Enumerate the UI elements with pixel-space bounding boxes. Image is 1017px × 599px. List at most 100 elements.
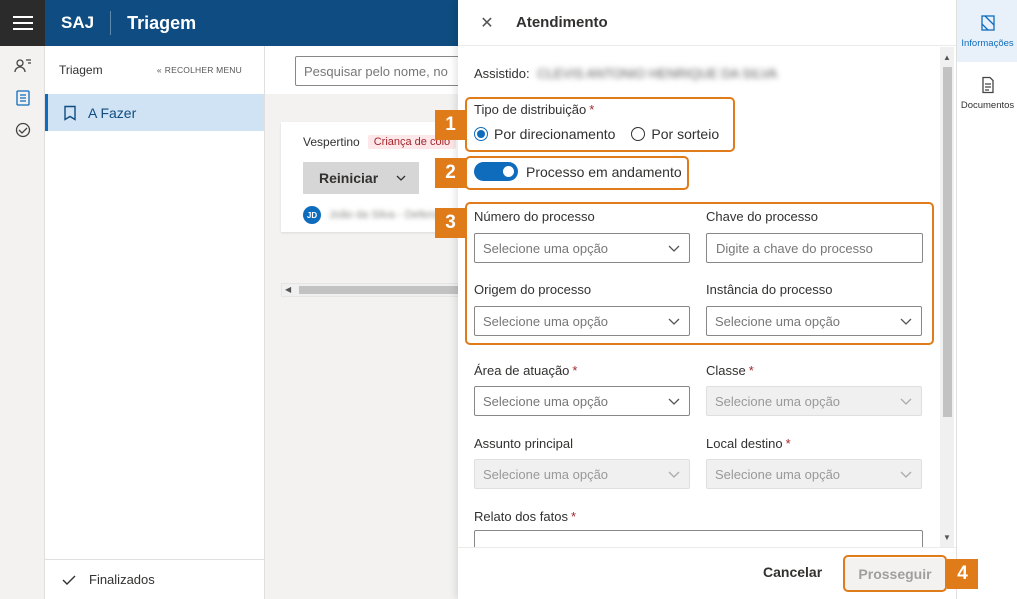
chevron-down-icon <box>668 398 680 405</box>
assistido-value: CLEVIS ANTONIO HENRIQUE DA SILVA <box>537 66 778 81</box>
radio-label: Por sorteio <box>651 126 720 142</box>
toggle-label: Processo em andamento <box>526 163 682 180</box>
card-header: Vespertino Criança de colo <box>303 135 457 149</box>
distribution-label-row: Tipo de distribuição * <box>474 102 594 117</box>
chevron-down-icon <box>900 318 912 325</box>
search-bar <box>265 46 458 94</box>
instancia-select[interactable]: Selecione uma opção <box>706 306 922 336</box>
rail-item-label: Documentos <box>960 99 1015 111</box>
sidebar-item-finalizados[interactable]: Finalizados <box>45 559 265 599</box>
chevron-down-icon <box>668 471 680 478</box>
scroll-down-icon[interactable]: ▼ <box>943 533 951 542</box>
select-placeholder: Selecione uma opção <box>483 313 609 329</box>
rail-item-tasks[interactable] <box>0 82 45 114</box>
classe-label-row: Classe * <box>706 363 754 378</box>
distribution-radio-group: Por direcionamento Por sorteio <box>474 126 727 142</box>
sidebar-item-label: A Fazer <box>88 104 137 121</box>
numero-label: Número do processo <box>474 209 595 224</box>
callout-badge-3: 3 <box>435 208 466 238</box>
cancel-button[interactable]: Cancelar <box>763 564 822 580</box>
panel-footer: Cancelar Prosseguir <box>458 547 956 599</box>
required-marker: * <box>572 363 578 378</box>
chevron-down-icon <box>396 175 406 181</box>
processo-toggle[interactable] <box>474 162 518 181</box>
document-edit-icon <box>980 14 995 31</box>
avatar: JD <box>303 206 321 224</box>
brand-logo: SAJ <box>61 13 95 32</box>
checkmark-icon <box>62 575 76 585</box>
rail-item-documentos[interactable]: Documentos <box>957 62 1017 124</box>
close-icon[interactable]: ✕ <box>458 13 516 33</box>
period-label: Vespertino <box>303 135 360 149</box>
relato-textarea[interactable] <box>474 530 923 547</box>
local-label: Local destino <box>706 436 783 451</box>
rail-item-handshake[interactable] <box>0 114 45 146</box>
sidebar-title: Triagem <box>59 63 103 77</box>
select-placeholder: Selecione uma opção <box>715 313 841 329</box>
origem-select[interactable]: Selecione uma opção <box>474 306 690 336</box>
callout-badge-1: 1 <box>435 110 466 140</box>
bookmark-icon <box>64 105 76 121</box>
chave-label: Chave do processo <box>706 209 819 224</box>
left-icon-rail <box>0 46 45 599</box>
chave-input[interactable] <box>706 233 923 263</box>
classe-select: Selecione uma opção <box>706 386 922 416</box>
collapse-menu-label: RECOLHER MENU <box>164 65 242 75</box>
horizontal-scrollbar[interactable]: ◀ <box>281 283 458 297</box>
chevron-down-icon <box>900 398 912 405</box>
documents-icon <box>981 76 994 93</box>
radio-por-direcionamento[interactable]: Por direcionamento <box>474 126 615 142</box>
reset-button-label: Reiniciar <box>319 170 379 186</box>
required-marker: * <box>748 363 754 378</box>
rail-item-label: Informações <box>961 37 1014 49</box>
user-name: João da Silva - Defensor <box>329 209 450 221</box>
rail-item-informacoes[interactable]: Informações <box>957 0 1017 62</box>
relato-label: Relato dos fatos <box>474 509 568 524</box>
triage-card[interactable]: Vespertino Criança de colo Reiniciar JD … <box>281 122 458 232</box>
panel-title: Atendimento <box>516 14 608 31</box>
area-label-row: Área de atuação * <box>474 363 577 378</box>
collapse-menu-button[interactable]: « RECOLHER MENU <box>157 65 242 75</box>
rail-item-triage[interactable] <box>0 50 45 82</box>
double-chevron-left-icon: « <box>156 65 162 75</box>
assistido-label: Assistido: <box>474 66 530 81</box>
select-placeholder: Selecione uma opção <box>483 393 609 409</box>
radio-button[interactable] <box>474 127 488 141</box>
area-label: Área de atuação <box>474 363 570 378</box>
required-marker: * <box>785 436 791 451</box>
select-placeholder: Selecione uma opção <box>715 393 841 409</box>
search-input[interactable] <box>295 56 458 86</box>
right-icon-rail: Informações Documentos <box>956 0 1017 599</box>
reset-button[interactable]: Reiniciar <box>303 162 419 194</box>
atendimento-panel: ✕ Atendimento Assistido: CLEVIS ANTONIO … <box>458 0 956 599</box>
card-user: JD João da Silva - Defensor <box>303 206 449 224</box>
proceed-button[interactable]: Prosseguir <box>845 558 945 590</box>
scrollbar-thumb[interactable] <box>943 67 952 417</box>
panel-body: Assistido: CLEVIS ANTONIO HENRIQUE DA SI… <box>458 47 956 547</box>
scroll-up-icon[interactable]: ▲ <box>943 53 951 62</box>
area-select[interactable]: Selecione uma opção <box>474 386 690 416</box>
callout-badge-4: 4 <box>947 559 978 589</box>
sidebar-item-a-fazer[interactable]: A Fazer <box>45 94 264 131</box>
sidebar-header: Triagem « RECOLHER MENU <box>45 46 264 94</box>
vertical-scrollbar[interactable]: ▲ ▼ <box>940 47 954 547</box>
classe-label: Classe <box>706 363 746 378</box>
processo-toggle-row: Processo em andamento <box>474 162 682 181</box>
local-label-row: Local destino * <box>706 436 791 451</box>
clipboard-list-icon <box>15 90 30 106</box>
chevron-down-icon <box>668 318 680 325</box>
select-placeholder: Selecione uma opção <box>715 466 841 482</box>
panel-header: ✕ Atendimento <box>458 0 956 46</box>
radio-button[interactable] <box>631 127 646 141</box>
radio-por-sorteio[interactable]: Por sorteio <box>631 126 719 142</box>
radio-label: Por direcionamento <box>494 126 616 142</box>
instancia-label: Instância do processo <box>706 282 833 297</box>
menu-icon[interactable] <box>0 0 45 46</box>
numero-select[interactable]: Selecione uma opção <box>474 233 690 263</box>
person-search-icon <box>13 59 31 73</box>
scrollbar-thumb[interactable] <box>299 286 458 294</box>
app-title: Triagem <box>127 12 197 33</box>
required-marker: * <box>570 509 577 524</box>
handshake-icon <box>15 122 30 138</box>
scroll-left-icon[interactable]: ◀ <box>285 285 291 294</box>
